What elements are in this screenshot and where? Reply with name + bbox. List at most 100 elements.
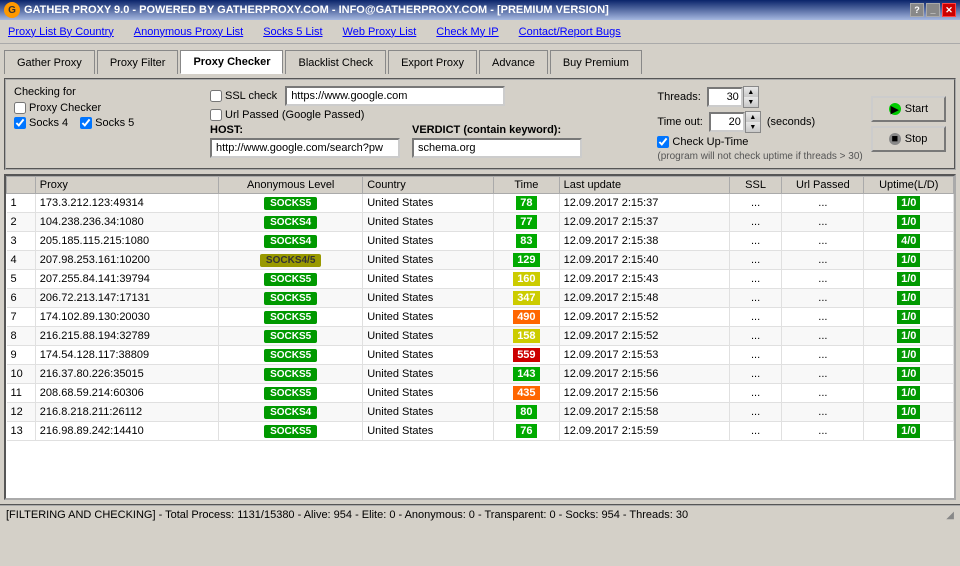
col-header-uptime: Uptime(L/D) [864,177,954,194]
host-label: HOST: [210,124,400,136]
cell-ssl: ... [729,327,781,346]
table-row[interactable]: 1 173.3.212.123:49314 SOCKS5 United Stat… [7,194,954,213]
close-button[interactable]: ✕ [942,3,956,17]
verdict-label: VERDICT (contain keyword): [412,124,582,136]
cell-update: 12.09.2017 2:15:48 [559,289,729,308]
table-row[interactable]: 12 216.8.218.211:26112 SOCKS4 United Sta… [7,403,954,422]
timeout-up-button[interactable]: ▲ [746,112,760,122]
cell-uptime: 1/0 [864,327,954,346]
timeout-input[interactable] [709,112,745,132]
menu-web-proxy-list[interactable]: Web Proxy List [343,26,417,38]
table-row[interactable]: 3 205.185.115.215:1080 SOCKS4 United Sta… [7,232,954,251]
help-button[interactable]: ? [910,3,924,17]
cell-num: 2 [7,213,36,232]
menu-check-my-ip[interactable]: Check My IP [436,26,498,38]
cell-anon: SOCKS4 [219,232,363,251]
menu-contact-report-bugs[interactable]: Contact/Report Bugs [519,26,621,38]
col-header-update: Last update [559,177,729,194]
cell-country: United States [363,365,494,384]
threads-input[interactable] [707,87,743,107]
start-button[interactable]: ▶ Start [871,96,946,122]
timeout-down-button[interactable]: ▼ [746,122,760,132]
proxy-checker-checkbox[interactable] [14,102,26,114]
cell-num: 1 [7,194,36,213]
check-uptime-checkbox[interactable] [657,136,669,148]
tab-export-proxy[interactable]: Export Proxy [388,50,477,74]
col-header-urlpassed: Url Passed [782,177,864,194]
start-icon: ▶ [889,103,901,115]
timeout-unit: (seconds) [767,116,815,128]
table-row[interactable]: 13 216.98.89.242:14410 SOCKS5 United Sta… [7,422,954,441]
socks5-checkbox-label[interactable]: Socks 5 [80,117,134,129]
ssl-check-checkbox[interactable] [210,90,222,102]
tab-advance[interactable]: Advance [479,50,548,74]
cell-ssl: ... [729,346,781,365]
cell-num: 6 [7,289,36,308]
cell-ssl: ... [729,251,781,270]
stop-button[interactable]: ■ Stop [871,126,946,152]
minimize-button[interactable]: _ [926,3,940,17]
tab-blacklist-check[interactable]: Blacklist Check [285,50,386,74]
resize-grip-icon[interactable]: ◢ [946,510,954,521]
proxy-table-body: 1 173.3.212.123:49314 SOCKS5 United Stat… [7,194,954,441]
cell-country: United States [363,194,494,213]
tab-gather-proxy[interactable]: Gather Proxy [4,50,95,74]
menu-proxy-list-by-country[interactable]: Proxy List By Country [8,26,114,38]
cell-uptime: 1/0 [864,403,954,422]
table-row[interactable]: 10 216.37.80.226:35015 SOCKS5 United Sta… [7,365,954,384]
menu-anonymous-proxy-list[interactable]: Anonymous Proxy List [134,26,243,38]
cell-uptime: 4/0 [864,232,954,251]
tab-proxy-filter[interactable]: Proxy Filter [97,50,179,74]
timeout-label: Time out: [657,116,702,128]
url-passed-checkbox[interactable] [210,109,222,121]
url-passed-checkbox-label[interactable]: Url Passed (Google Passed) [210,109,364,121]
statusbar-text: [FILTERING AND CHECKING] - Total Process… [6,509,688,521]
threads-spinbox[interactable]: ▲ ▼ [707,86,759,108]
threads-up-button[interactable]: ▲ [744,87,758,97]
cell-urlpassed: ... [782,194,864,213]
cell-update: 12.09.2017 2:15:37 [559,213,729,232]
tab-proxy-checker[interactable]: Proxy Checker [180,50,283,74]
ssl-check-checkbox-label[interactable]: SSL check [210,90,277,102]
table-row[interactable]: 7 174.102.89.130:20030 SOCKS5 United Sta… [7,308,954,327]
cell-country: United States [363,308,494,327]
cell-urlpassed: ... [782,289,864,308]
socks4-checkbox-label[interactable]: Socks 4 [14,117,68,129]
checking-options-left: Checking for Proxy Checker Socks 4 Socks… [14,86,194,132]
host-input[interactable] [210,138,400,158]
cell-country: United States [363,251,494,270]
cell-update: 12.09.2017 2:15:40 [559,251,729,270]
cell-update: 12.09.2017 2:15:53 [559,346,729,365]
menu-socks5-list[interactable]: Socks 5 List [263,26,322,38]
table-row[interactable]: 2 104.238.236.34:1080 SOCKS4 United Stat… [7,213,954,232]
table-row[interactable]: 9 174.54.128.117:38809 SOCKS5 United Sta… [7,346,954,365]
table-row[interactable]: 6 206.72.213.147:17131 SOCKS5 United Sta… [7,289,954,308]
cell-urlpassed: ... [782,422,864,441]
timeout-spin-buttons[interactable]: ▲ ▼ [745,111,761,133]
cell-uptime: 1/0 [864,308,954,327]
checking-options-center: SSL check Url Passed (Google Passed) HOS… [202,86,649,161]
threads-down-button[interactable]: ▼ [744,97,758,107]
proxy-table-container[interactable]: Proxy Anonymous Level Country Time Last … [4,174,956,500]
table-row[interactable]: 5 207.255.84.141:39794 SOCKS5 United Sta… [7,270,954,289]
cell-update: 12.09.2017 2:15:52 [559,327,729,346]
socks4-checkbox[interactable] [14,117,26,129]
timeout-spinbox[interactable]: ▲ ▼ [709,111,761,133]
socks5-checkbox[interactable] [80,117,92,129]
cell-update: 12.09.2017 2:15:56 [559,384,729,403]
cell-proxy: 174.102.89.130:20030 [35,308,218,327]
table-row[interactable]: 4 207.98.253.161:10200 SOCKS4/5 United S… [7,251,954,270]
cell-urlpassed: ... [782,251,864,270]
cell-uptime: 1/0 [864,289,954,308]
verdict-input[interactable] [412,138,582,158]
ssl-check-url-input[interactable] [285,86,505,106]
table-row[interactable]: 11 208.68.59.214:60306 SOCKS5 United Sta… [7,384,954,403]
cell-time: 129 [494,251,559,270]
tab-buy-premium[interactable]: Buy Premium [550,50,642,74]
threads-spin-buttons[interactable]: ▲ ▼ [743,86,759,108]
check-uptime-checkbox-label[interactable]: Check Up-Time [657,136,748,148]
table-row[interactable]: 8 216.215.88.194:32789 SOCKS5 United Sta… [7,327,954,346]
proxy-checker-checkbox-label[interactable]: Proxy Checker [14,102,101,114]
cell-num: 11 [7,384,36,403]
menubar: Proxy List By Country Anonymous Proxy Li… [0,20,960,44]
